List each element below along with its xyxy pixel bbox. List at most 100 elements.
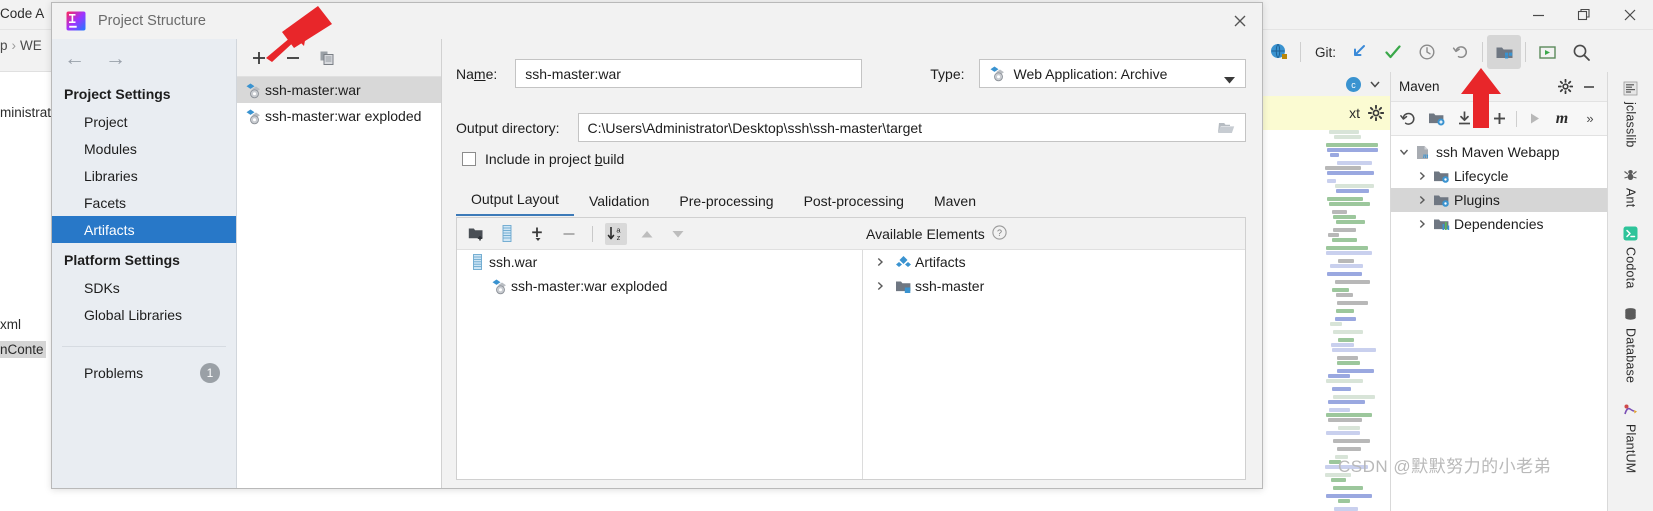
maven-header: Maven (1391, 72, 1607, 102)
rail-tab-label: Database (1623, 328, 1638, 384)
artifact-list-item[interactable]: ssh-master:war (237, 77, 441, 103)
artifact-type-combobox[interactable]: Web Application: Archive (978, 59, 1246, 88)
remove-element-button[interactable] (558, 223, 580, 245)
chevron-right-icon[interactable] (869, 257, 891, 267)
git-history-icon[interactable] (1410, 35, 1444, 69)
tab-post-processing[interactable]: Post-processing (789, 193, 919, 216)
maven-execute-goal-icon[interactable]: m (1549, 106, 1575, 132)
sidebar-item-libraries[interactable]: Libraries (52, 162, 236, 189)
toolbar-divider-2 (1482, 42, 1484, 62)
git-commit-icon[interactable] (1376, 35, 1410, 69)
tab-maven[interactable]: Maven (919, 193, 991, 216)
move-up-button[interactable] (636, 223, 658, 245)
maven-hide-icon[interactable] (1577, 75, 1601, 99)
search-everywhere-icon[interactable] (1564, 35, 1598, 69)
sidebar-item-ant[interactable]: Ant (1622, 166, 1639, 207)
sidebar-item-jclasslib[interactable]: jclasslib (1622, 80, 1639, 148)
chevron-right-icon[interactable] (1413, 219, 1431, 229)
tab-output-layout[interactable]: Output Layout (456, 191, 574, 216)
sidebar-item-codota[interactable]: Codota (1622, 225, 1639, 288)
maven-tree-label: Plugins (1454, 192, 1500, 208)
chevron-down-icon[interactable] (1395, 147, 1413, 157)
sidebar-item-project[interactable]: Project (52, 108, 236, 135)
output-tree-row[interactable]: ssh-master:war exploded (457, 274, 862, 298)
maven-settings-gear-icon[interactable] (1553, 75, 1577, 99)
add-copy-of-button[interactable] (527, 223, 549, 245)
sidebar-item-modules[interactable]: Modules (52, 135, 236, 162)
chevron-down-icon[interactable] (1224, 71, 1235, 87)
output-directory-value: C:\Users\Administrator\Desktop\ssh\ssh-m… (587, 119, 923, 136)
rail-tab-label: PlantUM (1623, 423, 1638, 473)
maven-tree-row-lifecycle[interactable]: Lifecycle (1391, 164, 1607, 188)
chevron-right-icon[interactable] (1413, 195, 1431, 205)
gear-icon[interactable] (1368, 105, 1384, 121)
sidebar-item-plantuml[interactable]: PlantUM (1622, 402, 1639, 473)
dialog-close-button[interactable] (1218, 4, 1262, 38)
help-icon[interactable]: ? (992, 225, 1007, 243)
web-browser-icon[interactable] (1262, 35, 1296, 69)
maven-tree-label: Dependencies (1454, 216, 1544, 232)
artifact-name-input[interactable]: ssh-master:war (515, 59, 863, 88)
create-directory-button[interactable] (465, 223, 487, 245)
tab-pre-processing[interactable]: Pre-processing (664, 193, 788, 216)
move-down-button[interactable] (667, 223, 689, 245)
sidebar-item-problems[interactable]: Problems 1 (52, 347, 236, 383)
breadcrumb[interactable]: p › WE (0, 38, 42, 53)
output-directory-input[interactable]: C:\Users\Administrator\Desktop\ssh\ssh-m… (577, 113, 1246, 142)
maven-add-icon[interactable] (1486, 106, 1512, 132)
toolbar-divider (592, 225, 593, 242)
sidebar-item-artifacts[interactable]: Artifacts (52, 216, 236, 243)
git-update-project-icon[interactable] (1342, 35, 1376, 69)
artifacts-list-panel: ssh-master:war ssh-master:war exploded (237, 39, 442, 488)
available-tree-row[interactable]: Artifacts (863, 250, 1245, 274)
back-arrow-icon[interactable]: ← (64, 48, 85, 69)
maven-more-icon[interactable]: » (1577, 106, 1603, 132)
sidebar-item-database[interactable]: Database (1622, 306, 1639, 384)
svg-text:?: ? (997, 228, 1002, 238)
remove-artifact-button[interactable] (283, 48, 303, 68)
maven-folder-icon (1431, 168, 1451, 185)
maven-tree-row-dependencies[interactable]: Dependencies (1391, 212, 1607, 236)
output-layout-panel: az Available Elements ? ssh.war ssh-mast… (456, 217, 1246, 480)
restore-window-button[interactable] (1561, 0, 1607, 30)
add-artifact-button[interactable] (249, 48, 269, 68)
ide-menu-text[interactable]: Code A (0, 6, 44, 21)
artifact-list-item[interactable]: ssh-master:war exploded (237, 103, 441, 129)
sort-elements-button[interactable]: az (605, 222, 627, 245)
name-label: Name: (456, 65, 498, 82)
sidebar-item-sdks[interactable]: SDKs (52, 274, 236, 301)
artifact-list-item-label: ssh-master:war exploded (265, 108, 422, 124)
browse-folder-icon[interactable] (1218, 120, 1236, 139)
forward-arrow-icon[interactable]: → (105, 48, 126, 69)
editor-text-line-2: xml (0, 317, 21, 332)
copy-artifact-button[interactable] (317, 48, 337, 68)
available-tree-row[interactable]: ssh-master (863, 274, 1245, 298)
toolbar-divider (1481, 110, 1482, 127)
module-icon (891, 278, 915, 295)
include-in-build-checkbox[interactable] (462, 152, 476, 166)
run-configurations-icon[interactable] (1530, 35, 1564, 69)
close-window-button[interactable] (1607, 0, 1653, 30)
sidebar-item-facets[interactable]: Facets (52, 189, 236, 216)
git-rollback-icon[interactable] (1444, 35, 1478, 69)
chevron-down-icon[interactable] (1368, 77, 1382, 91)
maven-tree-row-plugins[interactable]: Plugins (1391, 188, 1607, 212)
tab-validation[interactable]: Validation (574, 193, 664, 216)
maven-run-icon[interactable] (1521, 106, 1547, 132)
output-tree-row[interactable]: ssh.war (457, 250, 862, 274)
project-structure-icon[interactable] (1487, 35, 1522, 69)
dialog-titlebar[interactable]: Project Structure (52, 3, 1262, 39)
chevron-right-icon[interactable] (869, 281, 891, 291)
available-elements-header: Available Elements ? (866, 218, 1007, 250)
include-in-build-row[interactable]: Include in project build (462, 151, 624, 167)
chevron-right-icon[interactable] (1413, 171, 1431, 181)
maven-tree-row-project[interactable]: m ssh Maven Webapp (1391, 140, 1607, 164)
maven-add-project-icon[interactable] (1423, 106, 1449, 132)
minimize-window-button[interactable] (1515, 0, 1561, 30)
maven-reload-icon[interactable] (1395, 106, 1421, 132)
create-archive-button[interactable] (496, 223, 518, 245)
sidebar-nav: ← → (52, 39, 236, 77)
maven-download-sources-icon[interactable] (1451, 106, 1477, 132)
sidebar-item-global-libraries[interactable]: Global Libraries (52, 301, 236, 328)
artifact-type-value: Web Application: Archive (1013, 65, 1168, 82)
